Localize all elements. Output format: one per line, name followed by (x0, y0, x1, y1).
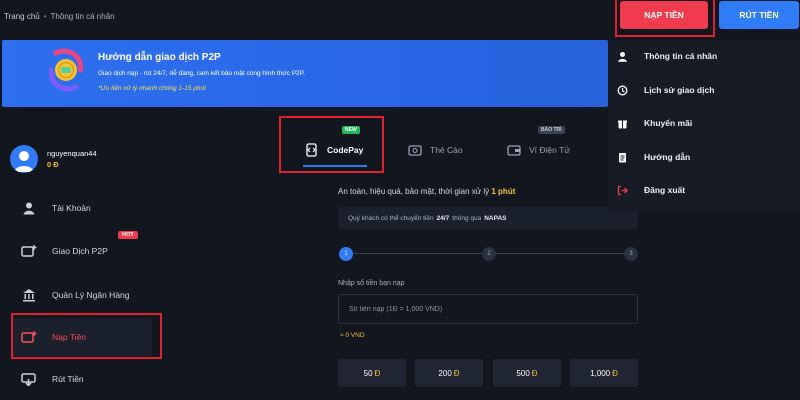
banner-title: Hướng dẫn giao dịch P2P (98, 52, 221, 63)
breadcrumb-separator: • (43, 12, 47, 21)
menu-item-promotions[interactable]: Khuyến mãi (616, 113, 796, 133)
maintenance-badge: BẢO TRÌ (538, 126, 565, 134)
avatar[interactable] (10, 145, 38, 173)
user-icon (20, 199, 38, 217)
withdraw-icon (20, 370, 38, 388)
breadcrumb-current: Thông tin cá nhân (50, 12, 115, 21)
hot-badge: HOT (118, 231, 138, 239)
quick-amount-value: 50 (363, 368, 373, 378)
step-indicator: 2 (482, 247, 496, 261)
sidebar-item-account[interactable]: Tài Khoản (12, 189, 152, 227)
menu-item-guide[interactable]: Hướng dẫn (616, 147, 796, 167)
step-indicator: 1 (339, 247, 353, 261)
napas-notice: Quý khách có thể chuyển tiền 24/7 thông … (338, 207, 638, 229)
highlight-frame-codepay-tab (279, 116, 384, 173)
menu-item-label: Thông tin cá nhân (644, 51, 718, 61)
p2p-logo-icon (48, 48, 84, 92)
breadcrumb: Trang chủ • Thông tin cá nhân (4, 12, 115, 21)
step-connector (352, 253, 482, 254)
processing-time-info: An toàn, hiệu quả, bảo mật, thời gian xử… (338, 187, 515, 196)
bank-icon (20, 286, 38, 304)
tab-label: Ví Điện Tử (529, 145, 570, 155)
profile-balance: 0 Đ (47, 160, 59, 169)
quick-amount-button[interactable]: 50 Đ (338, 359, 406, 387)
menu-item-label: Đăng xuất (644, 185, 686, 195)
avatar-user-icon (14, 151, 34, 172)
step-connector (496, 253, 624, 254)
amount-input[interactable] (338, 294, 638, 324)
sidebar-item-label: Giao Dịch P2P (52, 246, 108, 256)
highlight-frame-deposit-button (615, 0, 715, 37)
currency-symbol: Đ (531, 368, 538, 378)
quick-amount-value: 1,000 (590, 368, 611, 378)
menu-item-history[interactable]: Lịch sử giao dịch (616, 80, 796, 100)
sidebar-item-bank[interactable]: Quản Lý Ngân Hàng (12, 276, 152, 314)
notice-prefix: Quý khách có thể chuyển tiền (348, 214, 434, 222)
quick-amount-value: 200 (438, 368, 452, 378)
tab-e-wallet[interactable]: Ví Điện Tử (507, 128, 570, 172)
vnd-equivalent: ≈ 0 VND (340, 332, 365, 339)
highlight-frame-deposit-menu (11, 313, 162, 359)
info-highlight: 1 phút (491, 187, 516, 196)
currency-symbol: Đ (453, 368, 460, 378)
currency-symbol: Đ (374, 368, 381, 378)
breadcrumb-home[interactable]: Trang chủ (4, 12, 40, 21)
quick-amount-value: 500 (516, 368, 530, 378)
user-icon (616, 50, 628, 62)
quick-amount-button[interactable]: 1,000 Đ (570, 359, 638, 387)
banner-description: Giao dịch nạp - rút 24/7, dễ dàng, cam k… (98, 70, 305, 77)
menu-item-profile[interactable]: Thông tin cá nhân (616, 46, 796, 66)
banner-note: *Ưu tiên xử lý nhanh chóng 1-15 phút (98, 85, 206, 92)
history-icon (616, 84, 628, 96)
notice-mid: thông qua (452, 214, 482, 222)
wallet-icon (507, 145, 521, 156)
withdraw-button[interactable]: RÚT TIỀN (719, 1, 799, 29)
notice-bold: 24/7 (436, 214, 450, 222)
tab-scratch-card[interactable]: Thẻ Cào (408, 128, 463, 172)
profile-username: nguyenquan44 (47, 149, 97, 158)
sidebar-item-label: Quản Lý Ngân Hàng (52, 290, 130, 300)
p2p-icon (20, 242, 38, 260)
guide-icon (616, 151, 628, 163)
notice-bank: NAPAS (484, 214, 507, 222)
menu-item-label: Khuyến mãi (644, 118, 693, 128)
quick-amount-button[interactable]: 500 Đ (493, 359, 561, 387)
quick-amount-button[interactable]: 200 Đ (415, 359, 483, 387)
menu-item-label: Hướng dẫn (644, 152, 691, 162)
info-prefix: An toàn, hiệu quả, bảo mật, thời gian xử… (338, 187, 490, 196)
menu-item-label: Lịch sử giao dịch (644, 85, 715, 95)
amount-label: Nhập số tiền bạn nạp (338, 280, 405, 287)
gift-icon (616, 117, 628, 129)
card-icon (408, 145, 422, 156)
sidebar-item-label: Tài Khoản (52, 203, 91, 213)
currency-symbol: Đ (612, 368, 618, 378)
p2p-guide-banner[interactable] (2, 40, 608, 107)
page: Trang chủ • Thông tin cá nhân Hướng dẫn … (0, 0, 800, 400)
tab-label: Thẻ Cào (430, 145, 463, 155)
sidebar-item-withdraw[interactable]: Rút Tiền (12, 360, 152, 398)
logout-icon (616, 184, 628, 196)
step-indicator: 3 (624, 247, 638, 261)
sidebar-item-label: Rút Tiền (52, 374, 84, 384)
menu-item-logout[interactable]: Đăng xuất (616, 180, 796, 200)
